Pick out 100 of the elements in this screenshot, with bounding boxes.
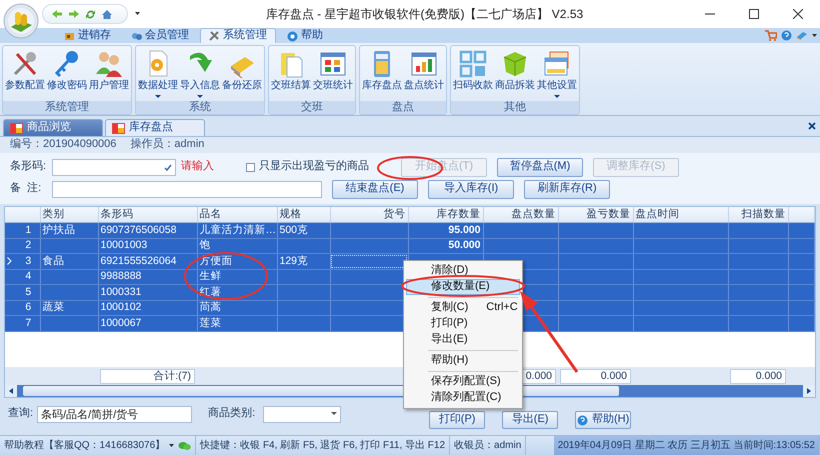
remark-field[interactable] [52, 180, 322, 198]
close-icon[interactable] [808, 122, 816, 130]
operator-label: 操作员：admin [130, 138, 204, 152]
document-tab[interactable]: 商品浏览 [3, 119, 103, 136]
book-icon[interactable] [796, 30, 808, 41]
field-label: 查询: [8, 407, 34, 421]
field-label: 条形码: [10, 160, 48, 174]
form-button[interactable]: 刷新库存(R) [524, 180, 610, 198]
column-header[interactable]: 条形码 [98, 207, 197, 222]
ribbon-button[interactable]: 商品拆装 [494, 48, 536, 101]
row-header[interactable]: 3 [17, 254, 40, 269]
scroll-right-button[interactable] [803, 385, 815, 397]
maximize-icon[interactable] [749, 9, 759, 19]
row-header[interactable]: 1 [17, 222, 40, 238]
ribbon-button[interactable]: 备份还原 [221, 48, 263, 101]
row-header[interactable]: 4 [17, 269, 40, 284]
table-cell: 1000067 [98, 316, 197, 331]
back-arrow-icon[interactable] [51, 9, 63, 19]
table-cell: 500克 [277, 222, 330, 238]
close-icon[interactable] [793, 9, 803, 19]
row-header[interactable]: 6 [17, 300, 40, 316]
boxes-icon [64, 30, 75, 42]
scroll-left-button[interactable] [5, 385, 17, 397]
document-tab[interactable]: 库存盘点 [105, 119, 205, 136]
status-text: 收银员：admin [454, 440, 522, 452]
ribbon-tab[interactable]: 进销存 [55, 28, 120, 43]
ribbon-button[interactable]: 交班结算 [270, 48, 312, 101]
window-title: 库存盘点 - 星宇超市收银软件(免费版)【二七广场店】 V2.53 [264, 6, 584, 22]
table-cell: 50.000 [408, 238, 483, 254]
column-header[interactable]: 品名 [197, 207, 277, 222]
column-header[interactable]: 规格 [277, 207, 330, 222]
cart-icon[interactable] [765, 30, 777, 41]
ribbon-tab[interactable]: 会员管理 [122, 28, 198, 43]
menu-item[interactable]: 修改数量(E) [406, 279, 520, 295]
menu-item[interactable]: 导出(E) [406, 332, 520, 348]
form-button[interactable]: 暂停盘点(M) [497, 158, 583, 176]
menu-item[interactable]: 帮助(H) [406, 353, 520, 369]
row-header[interactable]: 2 [17, 238, 40, 254]
ribbon-button[interactable]: 盘点统计 [403, 48, 445, 101]
table-cell: 6907376506058 [98, 222, 197, 238]
query-button[interactable]: 打印(P) [429, 411, 486, 429]
column-header[interactable]: 类别 [40, 207, 98, 222]
form-button[interactable]: 导入库存(I) [428, 180, 514, 198]
search-field[interactable]: 条码/品名/简拼/货号 [37, 406, 192, 422]
group-label: 其他 [451, 101, 579, 114]
ribbon-tab[interactable]: 系统管理 [200, 28, 276, 43]
ribbon-button[interactable]: 库存盘点 [361, 48, 403, 101]
menu-item[interactable]: 复制(C) Ctrl+C [406, 300, 520, 316]
row-header[interactable]: 7 [17, 316, 40, 331]
column-header[interactable]: 库存数量 [408, 207, 483, 222]
column-header[interactable]: 盈亏数量 [558, 207, 633, 222]
ribbon-button[interactable]: 交班统计 [312, 48, 354, 101]
summary-cell: 合计:(7) [100, 368, 195, 384]
barcode-dropdown[interactable] [52, 158, 176, 176]
field-label: 商品类别: [208, 407, 256, 421]
column-header[interactable]: 盘点时间 [633, 207, 728, 222]
table-cell: 莲菜 [197, 316, 277, 331]
ribbon-button[interactable]: 参数配置 [4, 48, 46, 101]
menu-item[interactable]: 清除(D) [406, 263, 520, 279]
ribbon-button[interactable]: 用户管理 [88, 48, 130, 101]
qr-code-icon [457, 48, 489, 80]
menu-item[interactable]: 打印(P) [406, 316, 520, 332]
column-header[interactable]: 扫描数量 [728, 207, 788, 222]
refresh-icon[interactable] [85, 8, 96, 20]
summary-cell: 0.000 [560, 368, 631, 384]
group-label: 系统 [136, 101, 264, 114]
dropdown-caret-icon[interactable] [169, 444, 174, 448]
status-text: 快捷键：收银 F4, 刷新 F5, 退货 F6, 打印 F11, 导出 F12 [200, 440, 446, 452]
table-cell: 儿童活力清新… [197, 222, 277, 238]
document-number: 编号：201904090006 [10, 138, 116, 152]
forward-arrow-icon[interactable] [68, 9, 80, 19]
menu-item[interactable]: 清除列配置(C) [406, 390, 520, 406]
ribbon-button[interactable]: 修改密码 [46, 48, 88, 101]
ribbon-button[interactable]: 其他设置 [536, 48, 578, 101]
group-label: 系统管理 [3, 101, 131, 114]
category-dropdown[interactable] [263, 406, 342, 422]
query-button[interactable]: 帮助(H) [575, 411, 632, 429]
window-icon [112, 122, 125, 134]
table-cell: 6921555526064 [98, 254, 197, 269]
window-icon [10, 122, 23, 134]
home-icon[interactable] [101, 8, 113, 20]
dropdown-caret-icon[interactable] [812, 34, 817, 38]
ribbon-button[interactable]: 数据处理 [137, 48, 179, 101]
ribbon-tab[interactable]: 帮助 [278, 28, 332, 43]
caret-icon [331, 412, 338, 416]
row-header[interactable]: 5 [17, 284, 40, 300]
query-button[interactable]: 导出(E) [502, 411, 558, 429]
column-header[interactable]: 盘点数量 [483, 207, 558, 222]
status-text: 2019年04月09日 星期二 农历 三月初五 当前时间:13:05:52 [558, 440, 815, 452]
ribbon-button[interactable]: 导入信息 [179, 48, 221, 101]
summary-cell: 0.000 [730, 368, 786, 384]
table-cell: 1000331 [98, 284, 197, 300]
dropdown-caret-icon[interactable] [134, 10, 141, 16]
table-cell: 9988888 [98, 269, 197, 284]
column-header[interactable]: 货号 [330, 207, 408, 222]
form-button[interactable]: 结束盘点(E) [332, 180, 418, 198]
group-label: 交班 [269, 101, 355, 114]
ribbon-button[interactable]: 扫码收款 [452, 48, 494, 101]
check-icon [164, 164, 172, 170]
only-diff-checkbox[interactable]: 只显示出现盈亏的商品 [246, 160, 391, 174]
